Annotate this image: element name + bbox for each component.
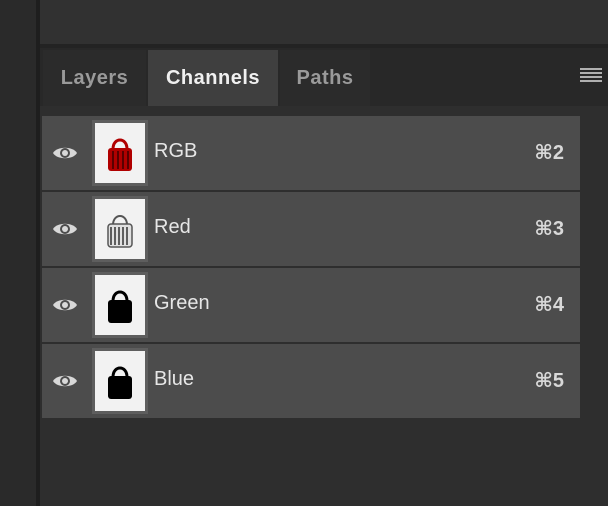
channel-name: RGB [154,140,198,162]
channel-row-red[interactable]: Red ⌘3 [42,192,580,266]
channel-name: Red [154,216,191,238]
channels-panel: Layers Channels Paths RGB ⌘2 Red ⌘3 Gree… [40,0,608,506]
channel-thumbnail-red [92,196,148,262]
channel-shortcut: ⌘2 [534,142,564,164]
tab-paths[interactable]: Paths [280,50,370,106]
hamburger-menu-icon[interactable] [580,68,602,84]
tab-channels[interactable]: Channels [148,50,278,106]
channel-shortcut: ⌘4 [534,294,564,316]
panel-tab-bar: Layers Channels Paths [40,48,608,106]
handbag-icon [108,366,132,399]
channel-name: Blue [154,368,195,390]
left-toolbar-gutter [0,0,36,506]
channel-row-rgb[interactable]: RGB ⌘2 [42,116,580,190]
photoshop-channels-window: Layers Channels Paths RGB ⌘2 Red ⌘3 Gree… [0,0,608,506]
eye-icon[interactable] [52,372,78,390]
channel-name: Green [154,292,210,314]
channel-shortcut: ⌘3 [534,218,564,240]
channel-shortcut: ⌘5 [534,370,564,392]
eye-icon[interactable] [52,144,78,162]
tab-layers[interactable]: Layers [43,50,146,106]
channel-thumbnail-rgb [92,120,148,186]
channel-thumbnail-blue [92,348,148,414]
handbag-icon [108,138,132,171]
handbag-icon [107,215,133,248]
channel-row-green[interactable]: Green ⌘4 [42,268,580,342]
channel-row-blue[interactable]: Blue ⌘5 [42,344,580,418]
channel-list: RGB ⌘2 Red ⌘3 Green ⌘4 Blue ⌘5 [42,116,580,420]
panel-top-area [40,0,608,44]
handbag-icon [108,290,132,323]
eye-icon[interactable] [52,220,78,238]
eye-icon[interactable] [52,296,78,314]
channel-thumbnail-green [92,272,148,338]
